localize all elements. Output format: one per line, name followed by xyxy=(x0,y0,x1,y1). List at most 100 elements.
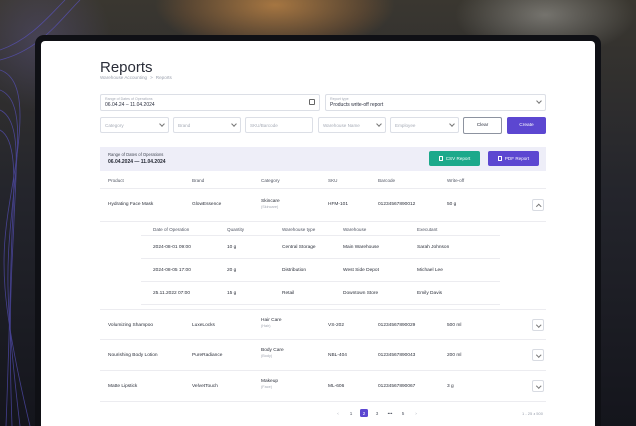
details-row: 25.11.2022 07:00 15 g Retail Downtown St… xyxy=(141,282,500,305)
expand-row-button[interactable] xyxy=(532,349,544,361)
page-button[interactable]: 1 xyxy=(347,409,355,417)
details-row: 2024-08-01 09:00 10 g Central Storage Ma… xyxy=(141,236,500,259)
create-button[interactable]: Create xyxy=(507,117,546,134)
cell-executant: Sarah Johnson xyxy=(417,245,450,250)
category-name: Skincare xyxy=(261,199,280,204)
cell-warehouse: Main Warehouse xyxy=(343,245,380,250)
column-brand: Brand xyxy=(192,177,205,183)
breadcrumb-separator: > xyxy=(150,75,153,80)
table-row[interactable]: Hydrating Face Mask GlowEssence Skincare… xyxy=(100,189,546,222)
category-sub: (Face) xyxy=(261,385,272,389)
column-barcode: Barcode xyxy=(378,177,396,183)
breadcrumb-warehouse-accounting[interactable]: Warehouse Accounting xyxy=(100,75,147,80)
pagination: ‹ 1 2 3 ••• 5 › xyxy=(334,409,420,417)
cell-brand: LuxeLocks xyxy=(192,323,215,328)
date-range-label: Range of Dates of Operations xyxy=(105,96,153,101)
document-icon xyxy=(497,156,502,161)
cell-category: Hair Care (Hair) xyxy=(261,318,282,328)
details-header: Date of Operation Quantity Warehouse typ… xyxy=(141,222,500,236)
summary-label: Range of Dates of Operations xyxy=(108,152,164,157)
cell-executant: Emily Davis xyxy=(417,291,443,296)
cell-barcode: 01234567890029 xyxy=(378,323,416,328)
cell-brand: VelvetTouch xyxy=(192,384,218,389)
table-row[interactable]: Nourishing Body Lotion PureRadiance Body… xyxy=(100,340,546,371)
report-type-label: Report type xyxy=(330,96,349,101)
chevron-down-icon xyxy=(535,321,541,327)
cell-date: 2024-08-05 17:00 xyxy=(153,268,191,273)
cell-date: 25.11.2022 07:00 xyxy=(153,291,190,296)
report-type-value: Products write-off report xyxy=(330,101,384,108)
sku-barcode-input[interactable]: SKU/Barcode xyxy=(245,117,313,133)
pdf-report-button[interactable]: PDF Report xyxy=(488,151,539,166)
cell-warehouse-type: Distribution xyxy=(282,268,306,273)
column-sku: SKU xyxy=(328,177,338,183)
warehouse-select[interactable]: Warehouse Name xyxy=(318,117,386,133)
pagination-range: 1 - 25 з 500 xyxy=(522,411,543,416)
cell-product: Volumizing Shampoo xyxy=(108,323,154,328)
breadcrumb-reports: Reports xyxy=(155,75,172,80)
cell-warehouse: West Side Depot xyxy=(343,268,379,273)
cell-brand: PureRadiance xyxy=(192,353,223,358)
cell-product: Matte Lipstick xyxy=(108,384,138,389)
cell-quantity: 10 g xyxy=(227,245,237,250)
category-placeholder: Category xyxy=(105,123,124,128)
employee-select[interactable]: Employee xyxy=(390,117,459,133)
category-name: Hair Care xyxy=(261,318,282,323)
cell-product: Hydrating Face Mask xyxy=(108,202,154,207)
prev-page-button[interactable]: ‹ xyxy=(334,409,342,417)
page-ellipsis: ••• xyxy=(387,410,393,416)
cell-warehouse-type: Central Storage xyxy=(282,245,316,250)
table-row[interactable]: Volumizing Shampoo LuxeLocks Hair Care (H… xyxy=(100,309,546,340)
document-icon xyxy=(438,156,443,161)
column-date: Date of Operation xyxy=(153,226,190,232)
clear-button[interactable]: Clear xyxy=(463,117,502,134)
calendar-icon[interactable] xyxy=(309,99,315,105)
cell-executant: Michael Lee xyxy=(417,268,443,273)
column-category: Category xyxy=(261,177,280,183)
report-summary-bar: Range of Dates of Operations 06.04.2024 … xyxy=(100,147,546,171)
chevron-down-icon[interactable] xyxy=(536,98,542,104)
table-header: Product Brand Category SKU Barcode Write… xyxy=(100,171,546,189)
cell-sku: ML-606 xyxy=(328,384,345,389)
cell-warehouse-type: Retail xyxy=(282,291,295,296)
cell-barcode: 01234567890043 xyxy=(378,353,416,358)
next-page-button[interactable]: › xyxy=(412,409,420,417)
page-button-active[interactable]: 2 xyxy=(360,409,368,417)
cell-writeoff: 3 g xyxy=(447,384,454,389)
report-type-select[interactable]: Report type Products write-off report xyxy=(325,94,546,111)
category-sub: (Hair) xyxy=(261,324,271,328)
cell-warehouse: Downtown Store xyxy=(343,291,379,296)
collapse-row-button[interactable] xyxy=(532,199,544,211)
sku-placeholder: SKU/Barcode xyxy=(250,123,278,128)
column-warehouse: Warehouse xyxy=(343,226,367,232)
category-name: Body Care xyxy=(261,348,284,353)
chevron-down-icon xyxy=(535,351,541,357)
cell-category: Body Care (Body) xyxy=(261,348,284,358)
cell-writeoff: 50 g xyxy=(447,202,457,207)
cell-date: 2024-08-01 09:00 xyxy=(153,245,191,250)
column-warehouse-type: Warehouse type xyxy=(282,226,316,232)
column-writeoff: Write-off xyxy=(447,177,465,183)
brand-select[interactable]: Brand xyxy=(173,117,241,133)
table-row[interactable]: Matte Lipstick VelvetTouch Makeup (Face) … xyxy=(100,371,546,402)
details-row: 2024-08-05 17:00 20 g Distribution West … xyxy=(141,259,500,282)
page-button[interactable]: 5 xyxy=(399,409,407,417)
chevron-down-icon xyxy=(231,121,237,127)
date-range-field[interactable]: Range of Dates of Operations 06.04.24 – … xyxy=(100,94,320,111)
column-quantity: Quantity xyxy=(227,226,245,232)
page-title: Reports xyxy=(100,59,153,76)
expand-row-button[interactable] xyxy=(532,319,544,331)
csv-report-button[interactable]: CSV Report xyxy=(429,151,480,166)
cell-quantity: 20 g xyxy=(227,268,237,273)
cell-barcode: 01234567890012 xyxy=(378,202,416,207)
page-button[interactable]: 3 xyxy=(373,409,381,417)
cell-writeoff: 200 ml xyxy=(447,353,462,358)
date-range-value: 06.04.24 – 11.04.2024 xyxy=(105,101,155,108)
chevron-up-icon xyxy=(535,203,541,209)
breadcrumb: Warehouse Accounting > Reports xyxy=(100,75,172,80)
expand-row-button[interactable] xyxy=(532,380,544,392)
cell-quantity: 15 g xyxy=(227,291,237,296)
chevron-down-icon xyxy=(449,121,455,127)
row-details: Date of Operation Quantity Warehouse typ… xyxy=(100,222,546,319)
category-select[interactable]: Category xyxy=(100,117,169,133)
